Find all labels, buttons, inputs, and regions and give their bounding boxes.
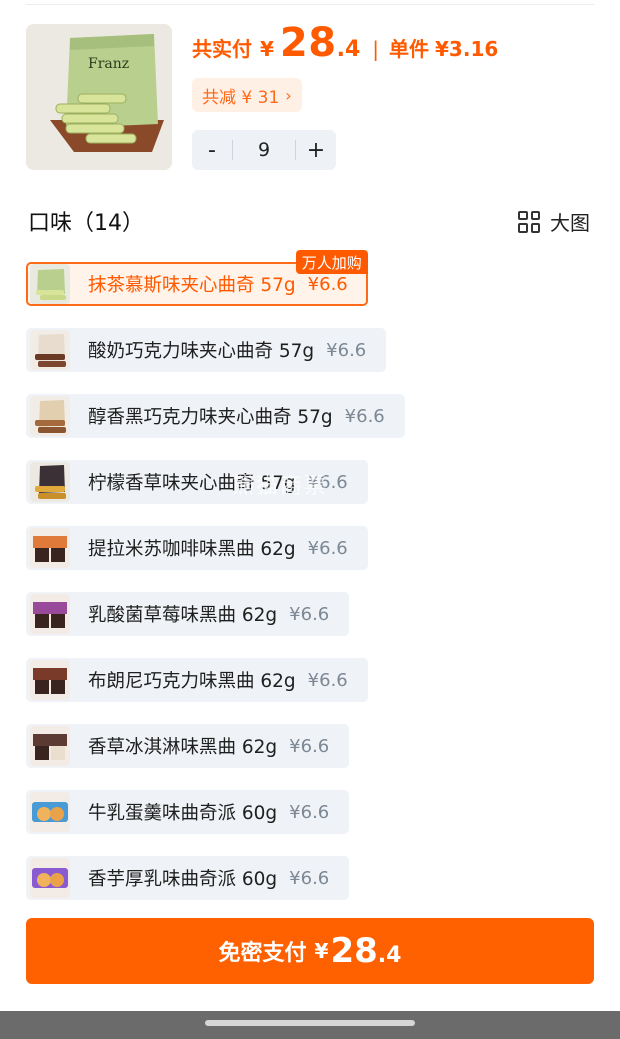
product-image[interactable]: Franz <box>26 24 172 170</box>
unit-label: 单件 <box>389 37 430 61</box>
flavor-name: 抹茶慕斯味夹心曲奇 57g <box>88 275 296 296</box>
price-separator: | <box>372 37 380 61</box>
chevron-right-icon: › <box>285 85 292 105</box>
flavor-price: ¥6.6 <box>326 339 367 361</box>
flavor-thumbnail <box>30 858 70 898</box>
flavor-price: ¥6.6 <box>307 537 348 559</box>
flavor-name: 布朗尼巧克力味黑曲 62g <box>88 671 296 692</box>
flavor-name: 酸奶巧克力味夹心曲奇 57g <box>88 341 315 362</box>
pay-currency: ¥ <box>314 939 329 963</box>
flavor-name: 乳酸菌草莓味黑曲 62g <box>88 605 278 626</box>
pay-label: 免密支付 <box>218 941 307 966</box>
flavor-price: ¥6.6 <box>344 405 385 427</box>
quantity-stepper: - 9 + <box>192 130 336 170</box>
flavor-option[interactable]: 香芋厚乳味曲奇派 60g ¥6.6 <box>26 856 350 900</box>
flavor-option[interactable]: 酸奶巧克力味夹心曲奇 57g ¥6.6 <box>26 328 387 372</box>
flavor-option[interactable]: 醇香黑巧克力味夹心曲奇 57g ¥6.6 <box>26 394 405 438</box>
discount-tag[interactable]: 共减 ¥ 31 › <box>192 78 302 112</box>
pay-button[interactable]: 免密支付 ¥ 28 .4 <box>26 918 594 984</box>
flavor-thumbnail <box>30 660 70 700</box>
flavor-name: 香草冰淇淋味黑曲 62g <box>88 737 278 758</box>
flavor-price: ¥6.6 <box>289 801 330 823</box>
flavor-name: 牛乳蛋羹味曲奇派 60g <box>88 803 278 824</box>
flavor-thumbnail <box>30 594 70 634</box>
total-amount-dec: .4 <box>336 37 361 62</box>
flavor-price: ¥6.6 <box>289 735 330 757</box>
quantity-value[interactable]: 9 <box>232 140 296 160</box>
large-view-toggle[interactable]: 大图 <box>518 207 590 236</box>
home-indicator[interactable] <box>205 1020 415 1026</box>
flavor-option[interactable]: 香草冰淇淋味黑曲 62g ¥6.6 <box>26 724 350 768</box>
flavor-name: 醇香黑巧克力味夹心曲奇 57g <box>88 407 333 428</box>
total-amount-int: 28 <box>279 20 337 66</box>
large-view-label: 大图 <box>550 211 590 235</box>
flavor-thumbnail <box>30 462 70 502</box>
price-summary: 共实付 ¥ 28 .4 | 单件 ¥3.16 <box>192 20 498 70</box>
flavor-option[interactable]: 抹茶慕斯味夹心曲奇 57g ¥6.6 万人加购 <box>26 250 368 306</box>
total-currency: ¥ <box>260 37 274 61</box>
flavor-name: 柠檬香草味夹心曲奇 57g <box>88 473 296 494</box>
flavor-option[interactable]: 柠檬香草味夹心曲奇 57g ¥6.6 <box>26 460 368 504</box>
flavor-name: 提拉米苏咖啡味黑曲 62g <box>88 539 296 560</box>
decrease-button[interactable]: - <box>192 138 232 163</box>
flavor-thumbnail <box>30 528 70 568</box>
pay-amount-dec: .4 <box>377 943 402 968</box>
svg-text:Franz: Franz <box>88 56 129 72</box>
total-label: 共实付 <box>192 37 252 61</box>
flavor-thumbnail <box>30 330 70 370</box>
flavor-section-title: 口味（14） <box>28 211 144 236</box>
flavor-option[interactable]: 牛乳蛋羹味曲奇派 60g ¥6.6 <box>26 790 350 834</box>
flavor-thumbnail <box>30 792 70 832</box>
system-nav-bar <box>0 1011 620 1039</box>
unit-price: ¥3.16 <box>435 37 499 61</box>
flavor-option[interactable]: 提拉米苏咖啡味黑曲 62g ¥6.6 <box>26 526 368 570</box>
flavor-thumbnail <box>30 264 70 304</box>
flavor-price: ¥6.6 <box>307 471 348 493</box>
flavor-name: 香芋厚乳味曲奇派 60g <box>88 869 278 890</box>
flavor-option[interactable]: 乳酸菌草莓味黑曲 62g ¥6.6 <box>26 592 350 636</box>
flavor-thumbnail <box>30 726 70 766</box>
flavor-price: ¥6.6 <box>307 273 348 295</box>
flavor-price: ¥6.6 <box>307 669 348 691</box>
top-divider <box>26 4 594 5</box>
pay-amount-int: 28 <box>330 931 378 971</box>
increase-button[interactable]: + <box>296 138 336 163</box>
flavor-price: ¥6.6 <box>289 603 330 625</box>
popular-badge: 万人加购 <box>295 250 368 274</box>
flavor-thumbnail <box>30 396 70 436</box>
flavor-price: ¥6.6 <box>289 867 330 889</box>
grid-icon <box>518 210 540 233</box>
flavor-option[interactable]: 布朗尼巧克力味黑曲 62g ¥6.6 <box>26 658 368 702</box>
discount-text: 共减 ¥ 31 <box>202 87 280 108</box>
